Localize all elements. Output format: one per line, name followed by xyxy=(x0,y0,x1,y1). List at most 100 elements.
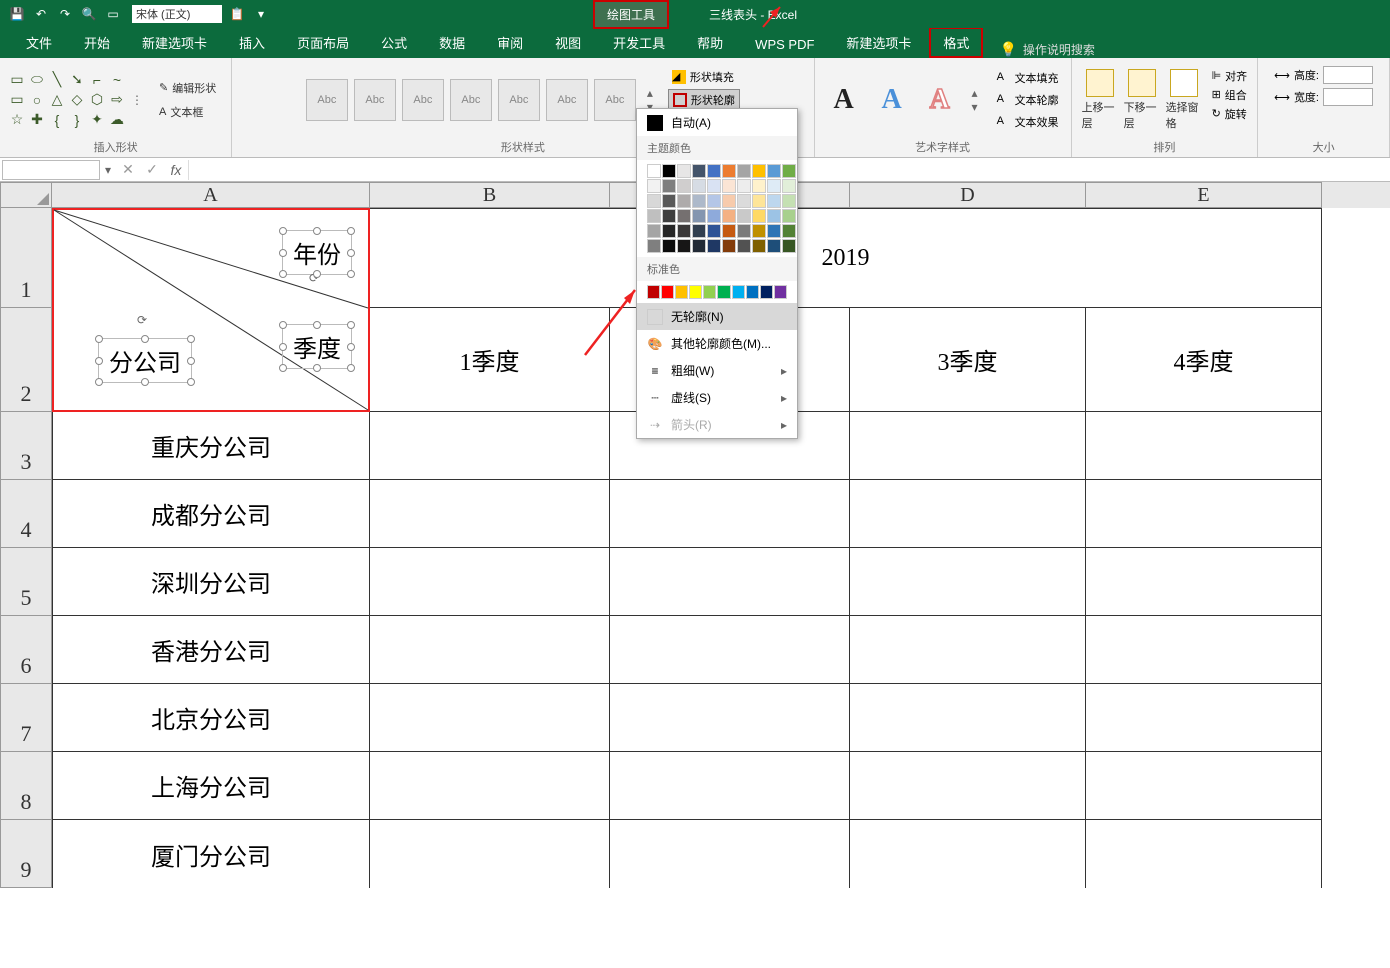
redo-icon[interactable]: ↷ xyxy=(56,5,74,23)
resize-handle[interactable] xyxy=(347,321,355,329)
color-swatch[interactable] xyxy=(692,164,706,178)
color-swatch[interactable] xyxy=(707,224,721,238)
shapes-more-icon[interactable]: ⋮ xyxy=(130,93,144,107)
shape-diamond-icon[interactable]: ◇ xyxy=(68,91,86,109)
cell-C6[interactable] xyxy=(610,616,850,684)
color-swatch[interactable] xyxy=(722,164,736,178)
color-swatch[interactable] xyxy=(737,224,751,238)
color-swatch[interactable] xyxy=(732,285,745,299)
color-swatch[interactable] xyxy=(707,164,721,178)
col-header-A[interactable]: A xyxy=(52,182,370,208)
text-outline-button[interactable]: A 文本轮廓 xyxy=(993,90,1063,110)
resize-handle[interactable] xyxy=(141,378,149,386)
rotate-button[interactable]: ↻ 旋转 xyxy=(1210,105,1250,123)
text-box-button[interactable]: A 文本框 xyxy=(152,101,223,123)
col-header-D[interactable]: D xyxy=(850,182,1086,208)
wordart-item[interactable]: A xyxy=(871,79,913,121)
cell-E4[interactable] xyxy=(1086,480,1322,548)
resize-handle[interactable] xyxy=(95,357,103,365)
cell-A3[interactable]: 重庆分公司 xyxy=(52,412,370,480)
tab-formula[interactable]: 公式 xyxy=(367,27,421,58)
cell-D9[interactable] xyxy=(850,820,1086,888)
wordart-item[interactable]: A xyxy=(823,79,865,121)
cell-A5[interactable]: 深圳分公司 xyxy=(52,548,370,616)
cell-B9[interactable] xyxy=(370,820,610,888)
resize-handle[interactable] xyxy=(95,378,103,386)
color-swatch[interactable] xyxy=(722,209,736,223)
color-swatch[interactable] xyxy=(782,239,796,253)
style-item[interactable]: Abc xyxy=(498,79,540,121)
resize-handle[interactable] xyxy=(187,357,195,365)
resize-handle[interactable] xyxy=(279,249,287,257)
textbox-year[interactable]: 年份 ⟳ xyxy=(282,230,352,275)
style-item[interactable]: Abc xyxy=(594,79,636,121)
color-swatch[interactable] xyxy=(677,194,691,208)
cell-B6[interactable] xyxy=(370,616,610,684)
shape-cloud-icon[interactable]: ☁ xyxy=(108,111,126,129)
height-input[interactable] xyxy=(1323,66,1373,84)
rotate-handle-icon[interactable]: ⟳ xyxy=(137,313,153,329)
resize-handle[interactable] xyxy=(313,321,321,329)
color-swatch[interactable] xyxy=(692,224,706,238)
color-swatch[interactable] xyxy=(662,194,676,208)
color-swatch[interactable] xyxy=(662,239,676,253)
cell-A6[interactable]: 香港分公司 xyxy=(52,616,370,684)
color-swatch[interactable] xyxy=(661,285,674,299)
name-box[interactable] xyxy=(2,160,100,180)
cell-D7[interactable] xyxy=(850,684,1086,752)
align-button[interactable]: ⊫ 对齐 xyxy=(1210,67,1250,85)
name-box-dropdown-icon[interactable]: ▾ xyxy=(100,163,116,177)
color-swatch[interactable] xyxy=(752,239,766,253)
send-backward-button[interactable]: 下移一层 xyxy=(1122,67,1162,133)
style-item[interactable]: Abc xyxy=(354,79,396,121)
search-hint[interactable]: 💡 操作说明搜索 xyxy=(999,41,1094,58)
cell-B4[interactable] xyxy=(370,480,610,548)
color-swatch[interactable] xyxy=(677,209,691,223)
dd-no-outline[interactable]: 无轮廓(N) xyxy=(637,303,797,330)
color-swatch[interactable] xyxy=(692,239,706,253)
tab-file[interactable]: 文件 xyxy=(12,27,66,58)
shape-rect-icon[interactable]: ▭ xyxy=(8,91,26,109)
color-swatch[interactable] xyxy=(707,194,721,208)
color-swatch[interactable] xyxy=(677,239,691,253)
tab-insert[interactable]: 插入 xyxy=(225,27,279,58)
color-swatch[interactable] xyxy=(760,285,773,299)
color-swatch[interactable] xyxy=(692,179,706,193)
color-swatch[interactable] xyxy=(677,179,691,193)
row-header-3[interactable]: 3 xyxy=(0,412,52,480)
resize-handle[interactable] xyxy=(347,249,355,257)
color-swatch[interactable] xyxy=(647,285,660,299)
dd-dashes[interactable]: ┈ 虚线(S) ▸ xyxy=(637,384,797,411)
save-icon[interactable]: 💾 xyxy=(8,5,26,23)
cell-E6[interactable] xyxy=(1086,616,1322,684)
style-item[interactable]: Abc xyxy=(450,79,492,121)
color-swatch[interactable] xyxy=(722,179,736,193)
textbox-branch[interactable]: 分公司 ⟳ xyxy=(98,338,192,383)
resize-handle[interactable] xyxy=(95,335,103,343)
shape-rarrow-icon[interactable]: ⇨ xyxy=(108,91,126,109)
resize-handle[interactable] xyxy=(187,378,195,386)
color-swatch[interactable] xyxy=(767,239,781,253)
cell-C4[interactable] xyxy=(610,480,850,548)
color-swatch[interactable] xyxy=(782,179,796,193)
cell-E5[interactable] xyxy=(1086,548,1322,616)
color-swatch[interactable] xyxy=(707,239,721,253)
resize-handle[interactable] xyxy=(141,335,149,343)
tab-view[interactable]: 视图 xyxy=(541,27,595,58)
fx-icon[interactable]: fx xyxy=(164,162,188,178)
shape-triangle-icon[interactable]: △ xyxy=(48,91,66,109)
resize-handle[interactable] xyxy=(347,270,355,278)
color-swatch[interactable] xyxy=(752,179,766,193)
cell-B3[interactable] xyxy=(370,412,610,480)
color-swatch[interactable] xyxy=(722,224,736,238)
color-swatch[interactable] xyxy=(677,224,691,238)
color-swatch[interactable] xyxy=(707,179,721,193)
color-swatch[interactable] xyxy=(692,194,706,208)
resize-handle[interactable] xyxy=(279,227,287,235)
cell-D2[interactable]: 3季度 xyxy=(850,308,1086,412)
tab-new[interactable]: 新建选项卡 xyxy=(128,27,221,58)
tab-help[interactable]: 帮助 xyxy=(683,27,737,58)
tab-wps[interactable]: WPS PDF xyxy=(741,31,828,58)
tab-review[interactable]: 审阅 xyxy=(483,27,537,58)
color-swatch[interactable] xyxy=(692,209,706,223)
